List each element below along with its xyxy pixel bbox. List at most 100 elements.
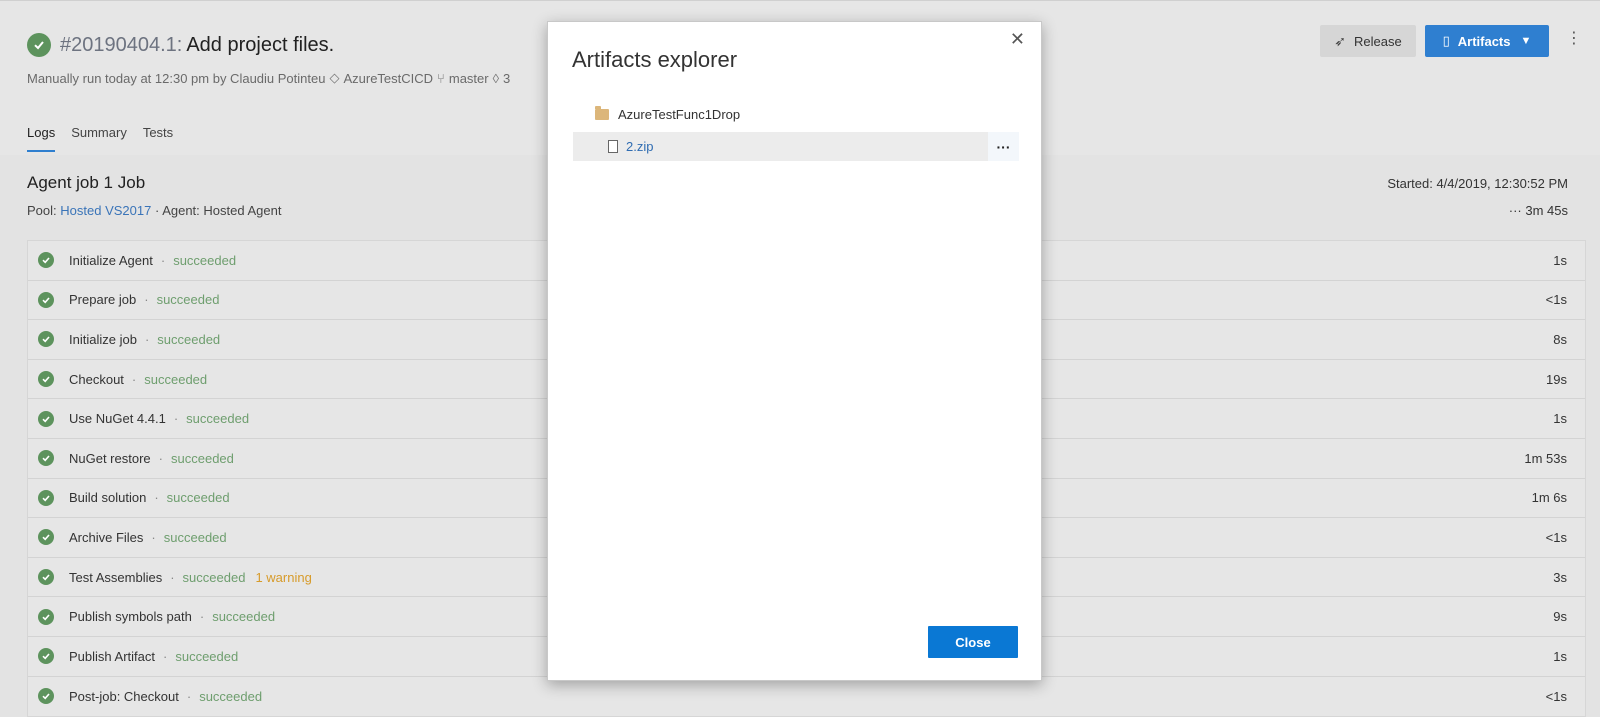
tab-logs[interactable]: Logs xyxy=(27,125,56,152)
step-name: Use NuGet 4.4.1 xyxy=(69,411,166,427)
step-status: succeeded xyxy=(175,648,239,664)
step-status: succeeded xyxy=(171,450,234,466)
step-status: succeeded xyxy=(166,490,230,506)
chevron-down-icon: ▼ xyxy=(1520,35,1532,47)
step-duration: <1s xyxy=(1545,529,1567,545)
separator-dot: · xyxy=(160,252,166,268)
step-duration: 3s xyxy=(1553,569,1567,585)
separator-dot: · xyxy=(163,648,168,664)
success-check-icon xyxy=(38,410,54,427)
step-name: Build solution xyxy=(69,490,147,506)
step-name: Initialize job xyxy=(69,331,137,347)
step-duration: 8s xyxy=(1553,331,1567,347)
step-status: succeeded xyxy=(163,529,227,545)
run-tabs: Logs Summary Tests xyxy=(27,125,189,152)
success-check-icon xyxy=(38,371,54,388)
branch-icon: ⑂ xyxy=(437,70,445,86)
job-duration: ··· 3m 45s xyxy=(1509,203,1568,218)
commit-icon: ◊ xyxy=(492,70,500,86)
job-title: Agent job 1 Job xyxy=(27,173,146,192)
close-icon[interactable]: ✕ xyxy=(1010,30,1025,48)
file-label[interactable]: 2.zip xyxy=(626,139,653,154)
artifacts-icon: ▯ xyxy=(1442,33,1450,48)
step-status: succeeded xyxy=(173,252,237,268)
step-status: succeeded xyxy=(144,371,208,387)
branch-link[interactable]: master xyxy=(449,71,489,86)
step-name: Checkout xyxy=(69,371,124,387)
run-id: #20190404.1: xyxy=(60,33,183,56)
duration-prefix: ··· xyxy=(1508,203,1522,218)
separator-dot: · xyxy=(131,371,137,387)
job-pool: Pool: Hosted VS2017 · Agent: Hosted Agen… xyxy=(27,203,281,218)
separator-dot: · xyxy=(154,490,159,506)
success-check-icon xyxy=(38,648,54,665)
commit-link[interactable]: 3 xyxy=(503,71,510,86)
step-duration: 19s xyxy=(1546,371,1567,387)
pool-label: Pool: xyxy=(27,203,57,218)
step-duration: 1s xyxy=(1553,648,1567,664)
folder-icon xyxy=(595,106,609,120)
success-check-icon xyxy=(38,291,54,308)
release-button[interactable]: ➶ Release xyxy=(1320,25,1416,57)
separator-dot: · xyxy=(199,609,205,625)
artifacts-label: Artifacts xyxy=(1457,33,1511,49)
step-duration: 1s xyxy=(1553,411,1567,427)
run-title-row: #20190404.1: Add project files. xyxy=(27,33,334,57)
repo-icon: ◇ xyxy=(329,70,340,85)
success-check-icon xyxy=(38,688,54,705)
agent-label: · Agent: Hosted Agent xyxy=(154,203,282,218)
separator-dot: · xyxy=(151,529,156,545)
close-button[interactable]: Close xyxy=(928,626,1018,658)
separator-dot: · xyxy=(144,292,149,308)
step-duration: 1s xyxy=(1553,252,1567,268)
job-started: Started: 4/4/2019, 12:30:52 PM xyxy=(1387,176,1568,191)
separator-dot: · xyxy=(170,569,175,585)
artifact-folder[interactable]: AzureTestFunc1Drop xyxy=(595,106,741,122)
repo-link[interactable]: AzureTestCICD xyxy=(343,71,433,86)
step-status: succeeded xyxy=(199,688,263,704)
duration-value: 3m 45s xyxy=(1525,203,1568,218)
separator-dot: · xyxy=(186,688,192,704)
file-more-button[interactable]: ··· xyxy=(988,132,1019,161)
artifacts-explorer-dialog: Artifacts explorer ✕ AzureTestFunc1Drop … xyxy=(547,21,1042,681)
release-label: Release xyxy=(1354,33,1402,49)
tab-tests[interactable]: Tests xyxy=(143,125,173,152)
more-actions-icon[interactable]: ⋮ xyxy=(1566,31,1582,47)
step-status: succeeded xyxy=(186,411,250,427)
pool-link[interactable]: Hosted VS2017 xyxy=(60,203,151,218)
dialog-title: Artifacts explorer xyxy=(572,47,738,72)
separator-dot: · xyxy=(144,331,150,347)
success-check-icon xyxy=(27,33,51,57)
step-name: Initialize Agent xyxy=(69,252,153,268)
step-status: succeeded xyxy=(156,292,220,308)
step-warning: 1 warning xyxy=(255,569,312,585)
separator-dot: · xyxy=(158,450,163,466)
step-duration: 1m 53s xyxy=(1524,450,1567,466)
step-status: succeeded xyxy=(212,609,276,625)
rocket-icon: ➶ xyxy=(1334,32,1347,49)
step-row[interactable]: Post-job: Checkout · succeeded <1s xyxy=(28,677,1585,717)
step-status: succeeded xyxy=(182,569,246,585)
run-subline: Manually run today at 12:30 pm by Claudi… xyxy=(27,70,510,86)
folder-label: AzureTestFunc1Drop xyxy=(618,107,741,122)
tab-summary[interactable]: Summary xyxy=(71,125,127,152)
separator-dot: · xyxy=(173,411,179,427)
artifact-file-row[interactable]: 2.zip ··· xyxy=(573,132,1019,161)
success-check-icon xyxy=(38,252,54,269)
file-icon xyxy=(608,140,618,153)
step-status: succeeded xyxy=(157,331,221,347)
success-check-icon xyxy=(38,331,54,348)
success-check-icon xyxy=(38,608,54,625)
step-name: Publish symbols path xyxy=(69,609,192,625)
step-duration: <1s xyxy=(1545,292,1567,308)
success-check-icon xyxy=(38,450,54,467)
step-name: Prepare job xyxy=(69,292,137,308)
step-duration: 9s xyxy=(1553,609,1567,625)
run-title: Add project files. xyxy=(186,33,335,56)
step-name: Test Assemblies xyxy=(69,569,163,585)
run-info: Manually run today at 12:30 pm by Claudi… xyxy=(27,70,326,86)
artifacts-button[interactable]: ▯ Artifacts ▼ xyxy=(1425,25,1549,57)
step-name: Archive Files xyxy=(69,529,144,545)
step-name: Publish Artifact xyxy=(69,648,155,664)
success-check-icon xyxy=(38,489,54,506)
